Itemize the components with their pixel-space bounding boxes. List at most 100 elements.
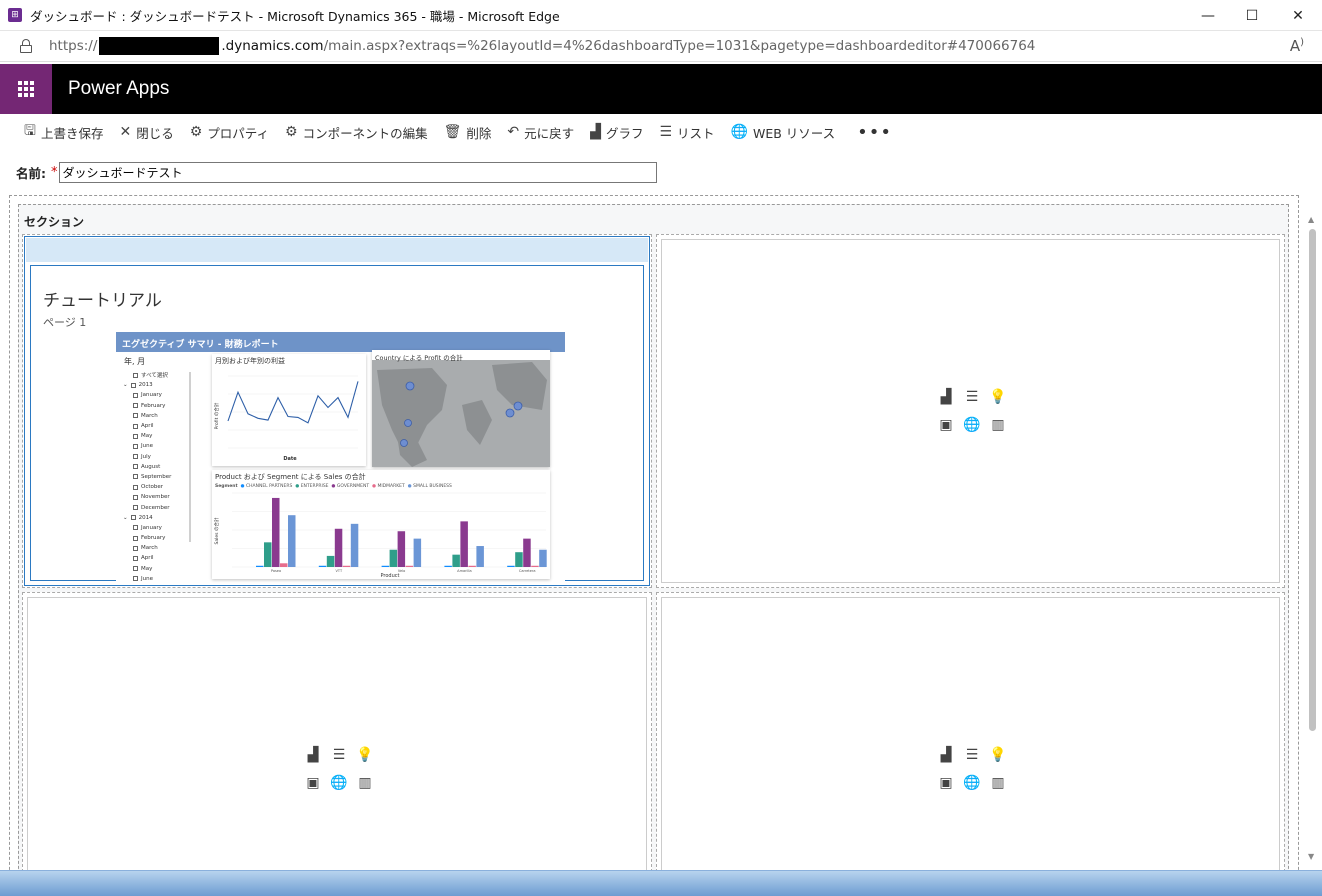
checkbox[interactable] — [133, 372, 138, 378]
slicer-item-label: June — [141, 443, 153, 450]
checkbox[interactable] — [133, 413, 138, 419]
checkbox[interactable] — [133, 566, 138, 572]
slicer-item[interactable]: June — [119, 441, 197, 451]
scroll-thumb[interactable] — [1309, 229, 1316, 731]
checkbox[interactable] — [133, 545, 138, 551]
power-bi-icon[interactable]: ▥ — [985, 774, 1011, 792]
checkbox[interactable] — [133, 403, 138, 409]
slicer-item[interactable]: March — [119, 543, 197, 553]
dashboard-cell-empty-3[interactable]: ▟ ☰ 💡 ▣ 🌐 ▥ — [656, 592, 1285, 873]
checkbox[interactable] — [133, 484, 138, 490]
checkbox[interactable] — [133, 454, 138, 460]
lightbulb-icon[interactable]: 💡 — [352, 746, 378, 764]
toolbar-button-3[interactable]: ⚙ コンポーネントの編集 — [285, 123, 428, 142]
scroll-down-arrow[interactable]: ▼ — [1308, 852, 1314, 861]
checkbox[interactable] — [130, 382, 136, 388]
slicer-item[interactable]: June — [119, 574, 197, 584]
slicer-item[interactable]: August — [119, 462, 197, 472]
power-bi-report[interactable]: チュートリアル ページ 1 エグゼクティブ サマリ - 財務レポート 年, 月 … — [30, 265, 644, 583]
chevron-down-icon[interactable]: ⌄ — [123, 382, 128, 388]
add-chart-icon[interactable]: ▟ — [300, 746, 326, 764]
chevron-down-icon[interactable]: ⌄ — [123, 515, 128, 521]
dashboard-cell-empty-2[interactable]: ▟ ☰ 💡 ▣ 🌐 ▥ — [22, 592, 652, 873]
toolbar-button-2[interactable]: ⚙ プロパティ — [190, 123, 269, 142]
slicer-item[interactable]: September — [119, 472, 197, 482]
slicer-item[interactable]: April — [119, 553, 197, 563]
close-window-button[interactable]: ✕ — [1275, 0, 1321, 31]
line-chart-visual[interactable]: 月別および年別の利益 Date Profit の合計 — [212, 354, 366, 466]
add-chart-icon[interactable]: ▟ — [933, 388, 959, 406]
slicer-scrollbar[interactable] — [189, 372, 191, 542]
lightbulb-icon[interactable]: 💡 — [985, 388, 1011, 406]
checkbox[interactable] — [130, 515, 136, 521]
bar-chart-visual[interactable]: Product および Segment による Sales の合計 Segmen… — [212, 470, 550, 579]
toolbar-button-1[interactable]: ✕ 閉じる — [119, 123, 173, 142]
slicer-item[interactable]: December — [119, 502, 197, 512]
checkbox[interactable] — [133, 474, 138, 480]
iframe-icon[interactable]: ▣ — [933, 416, 959, 434]
list-icon[interactable]: ☰ — [959, 746, 985, 764]
address-bar[interactable]: https:// .dynamics.com /main.aspx?extraq… — [0, 31, 1322, 62]
checkbox[interactable] — [133, 576, 138, 582]
slicer-item[interactable]: May — [119, 431, 197, 441]
power-bi-icon[interactable]: ▥ — [352, 774, 378, 792]
toolbar-button-8[interactable]: 🌐 WEB リソース — [731, 123, 836, 142]
toolbar-button-0[interactable]: 🖫 上書き保存 — [24, 120, 103, 144]
map-visual[interactable]: Country による Profit の合計 — [372, 350, 550, 467]
slicer-item[interactable]: ⌄ 2014 — [119, 513, 197, 523]
globe-icon[interactable]: 🌐 — [959, 774, 985, 792]
slicer-item[interactable]: ⌄ 2013 — [119, 380, 197, 390]
report-component[interactable]: チュートリアル ページ 1 エグゼクティブ サマリ - 財務レポート 年, 月 … — [24, 236, 650, 586]
power-bi-icon[interactable]: ▥ — [985, 416, 1011, 434]
checkbox[interactable] — [133, 494, 138, 500]
dashboard-cell-empty-1[interactable]: ▟ ☰ 💡 ▣ 🌐 ▥ — [656, 234, 1285, 588]
lightbulb-icon[interactable]: 💡 — [985, 746, 1011, 764]
checkbox[interactable] — [133, 464, 138, 470]
toolbar-button-5[interactable]: ↶ 元に戻す — [507, 123, 574, 142]
app-title[interactable]: Power Apps — [68, 78, 169, 100]
iframe-icon[interactable]: ▣ — [933, 774, 959, 792]
checkbox[interactable] — [133, 535, 138, 541]
url-text[interactable]: https:// .dynamics.com /main.aspx?extraq… — [49, 37, 1035, 55]
toolbar-button-6[interactable]: ▟ グラフ — [590, 123, 643, 142]
slicer-item[interactable]: January — [119, 390, 197, 400]
iframe-icon[interactable]: ▣ — [300, 774, 326, 792]
read-aloud-icon[interactable]: A) — [1290, 37, 1304, 55]
globe-icon[interactable]: 🌐 — [326, 774, 352, 792]
more-commands-button[interactable]: ••• — [857, 122, 892, 143]
slicer-item[interactable]: April — [119, 421, 197, 431]
component-header-bar[interactable] — [26, 238, 648, 262]
slicer-item[interactable]: July — [119, 452, 197, 462]
checkbox[interactable] — [133, 443, 138, 449]
globe-icon[interactable]: 🌐 — [959, 416, 985, 434]
slicer-item[interactable]: January — [119, 523, 197, 533]
maximize-button[interactable]: ☐ — [1229, 0, 1275, 31]
slicer-item[interactable]: November — [119, 492, 197, 502]
slicer-item[interactable]: October — [119, 482, 197, 492]
dashboard-cell-report[interactable]: チュートリアル ページ 1 エグゼクティブ サマリ - 財務レポート 年, 月 … — [22, 234, 652, 588]
minimize-button[interactable]: — — [1185, 0, 1231, 31]
checkbox[interactable] — [133, 433, 138, 439]
scroll-up-arrow[interactable]: ▲ — [1308, 215, 1314, 224]
checkbox[interactable] — [133, 525, 138, 531]
list-icon[interactable]: ☰ — [959, 388, 985, 406]
lock-icon[interactable] — [20, 39, 32, 53]
list-icon[interactable]: ☰ — [326, 746, 352, 764]
app-launcher-button[interactable] — [0, 64, 52, 114]
name-field[interactable] — [58, 161, 657, 183]
checkbox[interactable] — [133, 555, 138, 561]
vertical-scrollbar[interactable]: ▲ ▼ — [1306, 215, 1318, 870]
checkbox[interactable] — [133, 392, 138, 398]
slicer-item[interactable]: May — [119, 564, 197, 574]
toolbar-button-7[interactable]: ☰ リスト — [659, 123, 714, 142]
slicer-item[interactable]: February — [119, 401, 197, 411]
checkbox[interactable] — [133, 505, 138, 511]
slicer-item[interactable]: February — [119, 533, 197, 543]
slicer-item[interactable]: すべて選択 — [119, 370, 197, 380]
add-chart-icon[interactable]: ▟ — [933, 746, 959, 764]
slicer-item[interactable]: March — [119, 411, 197, 421]
date-slicer[interactable]: 年, 月 すべて選択 ⌄ 2013 January February March April… — [119, 356, 197, 582]
gear-icon: ⚙ — [285, 124, 298, 140]
checkbox[interactable] — [133, 423, 138, 429]
toolbar-button-4[interactable]: 🗑 削除 — [444, 123, 492, 142]
